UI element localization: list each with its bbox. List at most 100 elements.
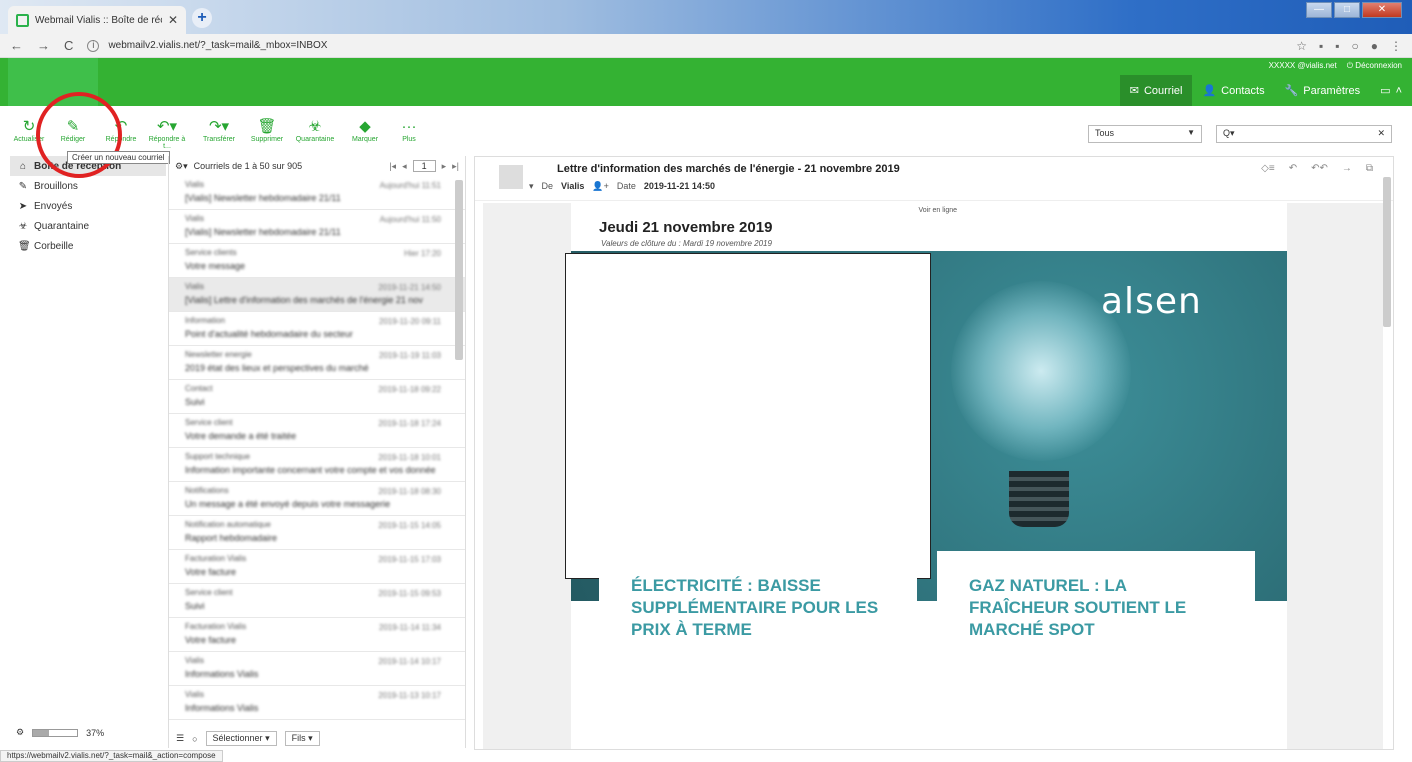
view-online-link[interactable]: Voir en ligne xyxy=(918,207,957,214)
list-view-icon[interactable]: ☰ xyxy=(176,733,184,744)
menu-icon[interactable]: ⋮ xyxy=(1390,39,1402,53)
forward-arrow-icon[interactable]: → xyxy=(1342,163,1352,174)
back-icon[interactable]: ← xyxy=(10,38,23,53)
scrollbar[interactable] xyxy=(1383,177,1391,327)
reply-all-button[interactable]: ↶▾ Répondre à t... xyxy=(146,118,188,150)
logout-link[interactable]: ⏻ Déconnexion xyxy=(1347,61,1402,71)
list-item[interactable]: Service clients Hier 17:20 Votre message xyxy=(169,244,465,278)
gear-icon[interactable]: ⚙ xyxy=(16,727,24,738)
next-page-icon[interactable]: ▸ xyxy=(442,161,447,172)
list-item[interactable]: Vialis 2019-11-21 14:50 [Vialis] Lettre d'… xyxy=(169,278,465,312)
forward-button[interactable]: ↷▾ Transférer xyxy=(198,118,240,143)
scrollbar[interactable] xyxy=(455,180,463,360)
list-item[interactable]: Newsletter energie 2019-11-19 11:03 2019 é… xyxy=(169,346,465,380)
folder-trash[interactable]: 🗑 Corbeille xyxy=(10,236,166,256)
forward-icon[interactable]: → xyxy=(37,38,50,53)
search-icon: Q▾ xyxy=(1223,128,1235,138)
quarantine-button[interactable]: ☣ Quarantaine xyxy=(294,118,336,143)
display-toggle[interactable]: ▭ ˄ xyxy=(1370,75,1412,106)
profile-icon[interactable]: ● xyxy=(1371,39,1378,53)
forward-arrow-icon: ↷▾ xyxy=(208,118,230,135)
new-tab-button[interactable]: + xyxy=(192,8,212,28)
message-subject: Informations Vialis xyxy=(185,703,259,713)
extension-icon[interactable]: ○ xyxy=(1352,39,1359,53)
message-subject: Rapport hebdomadaire xyxy=(185,533,278,543)
message-list-footer: ☰ ○ Sélectionner ▾ Fils ▾ xyxy=(176,731,320,746)
list-item[interactable]: Vialis Aujourd'hui 11:51 [Vialis] Newslett… xyxy=(169,176,465,210)
extension-icon[interactable]: ▪ xyxy=(1335,39,1339,53)
add-contact-icon[interactable]: 👤+ xyxy=(592,181,608,192)
message-from: Notification automatique xyxy=(185,520,271,529)
from-label: De xyxy=(541,181,554,191)
paper-plane-icon: ➤ xyxy=(18,200,28,212)
delete-button[interactable]: 🗑 Supprimer xyxy=(246,118,288,143)
chevron-down-icon[interactable]: ▾ xyxy=(529,181,534,192)
message-date: 2019-11-18 09:22 xyxy=(378,385,441,394)
reload-icon[interactable]: C xyxy=(64,38,73,53)
webmail-favicon-icon xyxy=(16,13,29,27)
message-from: Service clients xyxy=(185,248,237,257)
filter-select[interactable]: Tous ▼ xyxy=(1088,125,1202,143)
list-item[interactable]: Vialis 2019-11-14 10:17 Informations Viali… xyxy=(169,652,465,686)
list-item[interactable]: Vialis Aujourd'hui 11:50 [Vialis] Newslett… xyxy=(169,210,465,244)
annotation-circle xyxy=(36,92,122,178)
list-item[interactable]: Facturation Vialis 2019-11-15 17:03 Votre … xyxy=(169,550,465,584)
page-number[interactable]: 1 xyxy=(412,160,436,172)
window-close-icon[interactable]: ✕ xyxy=(1362,2,1402,18)
thread-icon[interactable]: ○ xyxy=(192,734,197,744)
message-subject: Informations Vialis xyxy=(185,669,259,679)
info-icon[interactable]: i xyxy=(87,40,100,52)
list-item[interactable]: Facturation Vialis 2019-11-14 11:34 Votre … xyxy=(169,618,465,652)
threads-dropdown[interactable]: Fils ▾ xyxy=(284,731,320,746)
list-item[interactable]: Service client 2019-11-15 09:53 Suivi xyxy=(169,584,465,618)
list-item[interactable]: Contact 2019-11-18 09:22 Suivi xyxy=(169,380,465,414)
reply-icon[interactable]: ↶ xyxy=(1289,163,1297,174)
message-date: 2019-11-15 14:05 xyxy=(378,521,441,530)
nav-courriel[interactable]: ✉ Courriel xyxy=(1119,75,1193,106)
from-value[interactable]: Vialis xyxy=(561,181,584,192)
clear-icon[interactable]: ✕ xyxy=(1377,128,1385,139)
more-button[interactable]: ··· Plus xyxy=(388,118,430,143)
html-view-icon[interactable]: ◇≡ xyxy=(1261,163,1275,174)
message-subject: [Vialis] Newsletter hebdomadaire 21/11 xyxy=(185,193,341,203)
folder-label: Envoyés xyxy=(34,200,73,212)
window-controls: — □ ✕ xyxy=(1306,2,1402,18)
article-card-gaz[interactable]: GAZ NATUREL : LA FRAÎCHEUR SOUTIENT LE M… xyxy=(937,551,1255,749)
list-item[interactable]: Service client 2019-11-18 17:24 Votre dema… xyxy=(169,414,465,448)
minimize-icon[interactable]: — xyxy=(1306,2,1332,18)
nav-parametres[interactable]: 🔧 Paramètres xyxy=(1275,75,1371,106)
folder-sent[interactable]: ➤ Envoyés xyxy=(10,196,166,216)
quota-indicator: ⚙ 37% xyxy=(16,727,104,738)
maximize-icon[interactable]: □ xyxy=(1334,2,1360,18)
last-page-icon[interactable]: ▸| xyxy=(452,161,459,172)
star-icon[interactable]: ☆ xyxy=(1296,39,1307,53)
list-item[interactable]: Vialis 2019-11-13 10:17 Informations Viali… xyxy=(169,686,465,720)
list-item[interactable]: Information 2019-11-20 09:11 Point d'actua… xyxy=(169,312,465,346)
folder-quarantine[interactable]: ☣ Quarantaine xyxy=(10,216,166,236)
address-bar: ← → C i webmailv2.vialis.net/?_task=mail… xyxy=(0,34,1412,58)
mark-button[interactable]: ◆ Marquer xyxy=(344,118,386,143)
close-icon[interactable]: ✕ xyxy=(168,13,178,27)
prev-page-icon[interactable]: ◂ xyxy=(402,161,407,172)
preview-subject: Lettre d'information des marchés de l'én… xyxy=(557,163,900,175)
browser-tab[interactable]: Webmail Vialis :: Boîte de récept ✕ xyxy=(8,6,186,34)
list-item[interactable]: Support technique 2019-11-18 10:01 Informa… xyxy=(169,448,465,482)
first-page-icon[interactable]: |◂ xyxy=(389,161,396,172)
list-item[interactable]: Notification automatique 2019-11-15 14:05… xyxy=(169,516,465,550)
article-card-electricite[interactable]: ÉLECTRICITÉ : BAISSE SUPPLÉMENTAIRE POUR… xyxy=(599,551,917,749)
quota-label: 37% xyxy=(86,727,105,738)
nav-contacts[interactable]: 👤 Contacts xyxy=(1192,75,1274,106)
folder-drafts[interactable]: ✎ Brouillons xyxy=(10,176,166,196)
extension-icon[interactable]: ▪ xyxy=(1319,39,1323,53)
reply-all-icon[interactable]: ↶↶ xyxy=(1311,163,1328,174)
select-dropdown[interactable]: Sélectionner ▾ xyxy=(205,731,277,746)
message-date: 2019-11-21 14:50 xyxy=(378,283,441,292)
message-subject: Votre message xyxy=(185,261,246,271)
message-date: Aujourd'hui 11:50 xyxy=(379,215,441,224)
search-input[interactable]: Q▾ ✕ xyxy=(1216,125,1392,143)
list-options-icon[interactable]: ⚙▾ xyxy=(175,161,188,172)
trash-icon: 🗑 xyxy=(18,240,31,252)
list-item[interactable]: Notifications 2019-11-18 08:30 Un message … xyxy=(169,482,465,516)
open-window-icon[interactable]: ⧉ xyxy=(1366,163,1373,174)
url-field[interactable]: i webmailv2.vialis.net/?_task=mail&_mbox… xyxy=(87,39,327,52)
